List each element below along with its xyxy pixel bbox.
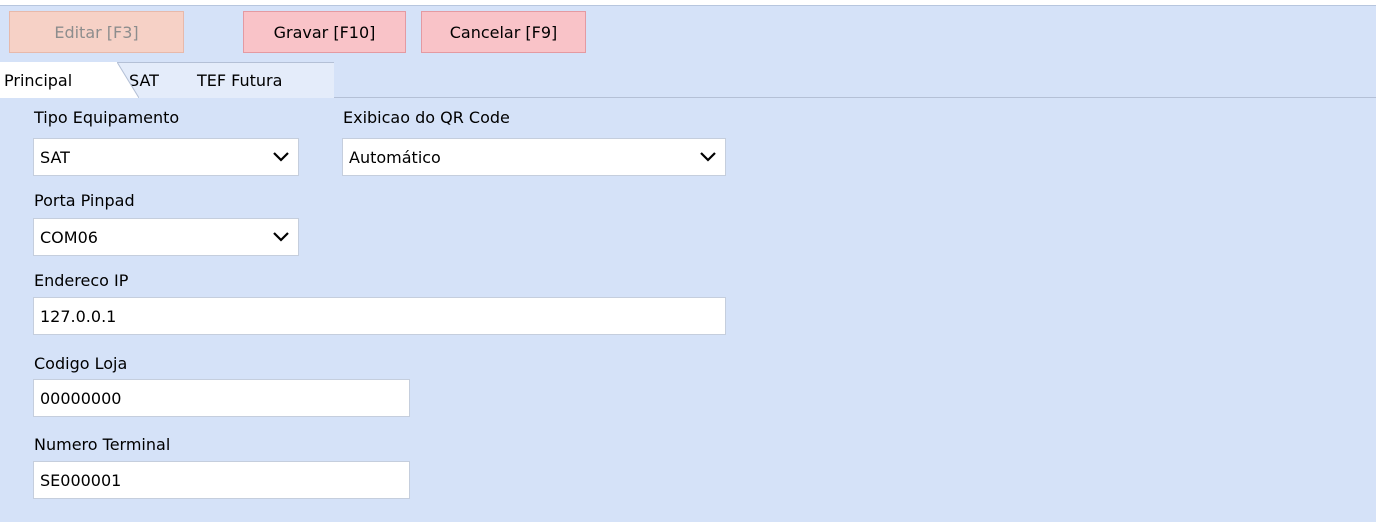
chevron-down-icon: [273, 152, 289, 162]
chevron-down-icon: [700, 152, 716, 162]
chevron-down-icon: [273, 232, 289, 242]
editar-button[interactable]: Editar [F3]: [9, 11, 184, 53]
endereco-ip-input[interactable]: 127.0.0.1: [33, 297, 726, 335]
tab-bar: TEF Futura SAT Principal: [0, 62, 1376, 98]
select-value: SAT: [40, 147, 70, 167]
input-value: SE000001: [40, 470, 122, 490]
cancelar-button[interactable]: Cancelar [F9]: [421, 11, 586, 53]
tab-principal[interactable]: Principal: [0, 62, 117, 98]
select-value: Automático: [349, 147, 441, 167]
exibicao-qr-label: Exibicao do QR Code: [343, 108, 510, 127]
porta-pinpad-select[interactable]: COM06: [33, 218, 299, 256]
porta-pinpad-label: Porta Pinpad: [34, 191, 135, 210]
tab-tef-futura[interactable]: TEF Futura: [184, 62, 334, 98]
codigo-loja-input[interactable]: 00000000: [33, 379, 410, 417]
numero-terminal-input[interactable]: SE000001: [33, 461, 410, 499]
tipo-equipamento-select[interactable]: SAT: [33, 138, 299, 176]
top-border: [0, 0, 1376, 6]
tab-label: TEF Futura: [197, 71, 283, 90]
tipo-equipamento-label: Tipo Equipamento: [34, 108, 180, 127]
input-value: 127.0.0.1: [40, 306, 117, 326]
tab-edge: [117, 62, 139, 98]
select-value: COM06: [40, 227, 98, 247]
gravar-button[interactable]: Gravar [F10]: [243, 11, 406, 53]
tab-label: Principal: [4, 70, 73, 90]
endereco-ip-label: Endereco IP: [34, 271, 129, 290]
exibicao-qr-select[interactable]: Automático: [342, 138, 726, 176]
input-value: 00000000: [40, 388, 122, 408]
codigo-loja-label: Codigo Loja: [34, 354, 128, 373]
numero-terminal-label: Numero Terminal: [34, 435, 171, 454]
